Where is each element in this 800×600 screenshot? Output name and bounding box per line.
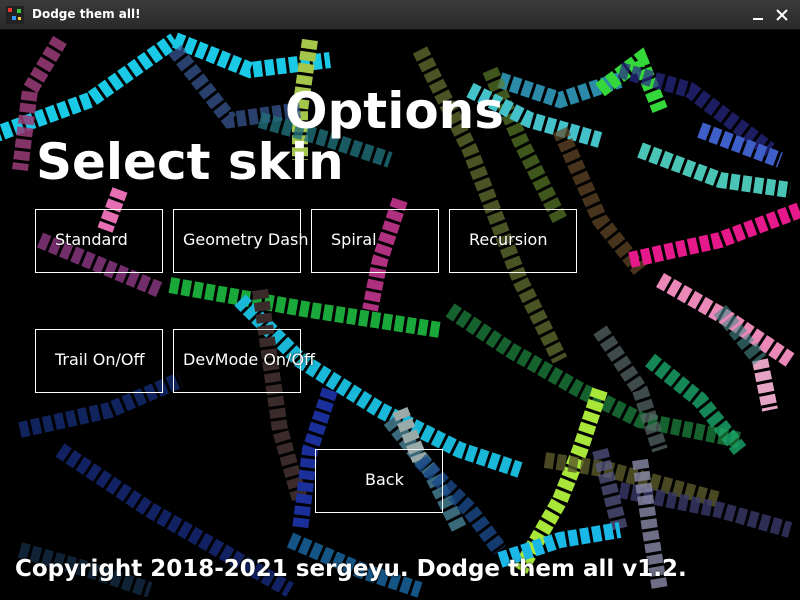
skin-recursion-button[interactable]: Recursion [449,209,577,273]
title-bar[interactable]: Dodge them all! [0,0,800,30]
devmode-toggle-button[interactable]: DevMode On/Off [173,329,315,393]
trail-toggle-button[interactable]: Trail On/Off [35,329,163,393]
skin-geometry-dash-button[interactable]: Geometry Dash [173,209,308,273]
button-label: Recursion [469,230,548,249]
minimize-icon[interactable] [748,5,768,25]
button-label: Back [365,470,404,489]
app-icon [6,6,24,24]
skin-standard-button[interactable]: Standard [35,209,163,273]
button-label: Geometry Dash [183,230,309,249]
game-canvas: Options Select skin Standard Geometry Da… [0,30,800,600]
back-button[interactable]: Back [315,449,443,513]
window-title: Dodge them all! [32,7,141,21]
button-label: DevMode On/Off [183,350,316,369]
button-label: Spiral [331,230,377,249]
copyright-text: Copyright 2018-2021 sergeyu. Dodge them … [15,556,687,582]
game-window: Dodge them all! Options Select skin Stan… [0,0,800,600]
close-icon[interactable] [772,5,792,25]
skin-section-heading: Select skin [36,133,344,191]
skin-spiral-button[interactable]: Spiral [311,209,439,273]
button-label: Trail On/Off [55,350,145,369]
page-title: Options [285,82,505,140]
button-label: Standard [55,230,128,249]
